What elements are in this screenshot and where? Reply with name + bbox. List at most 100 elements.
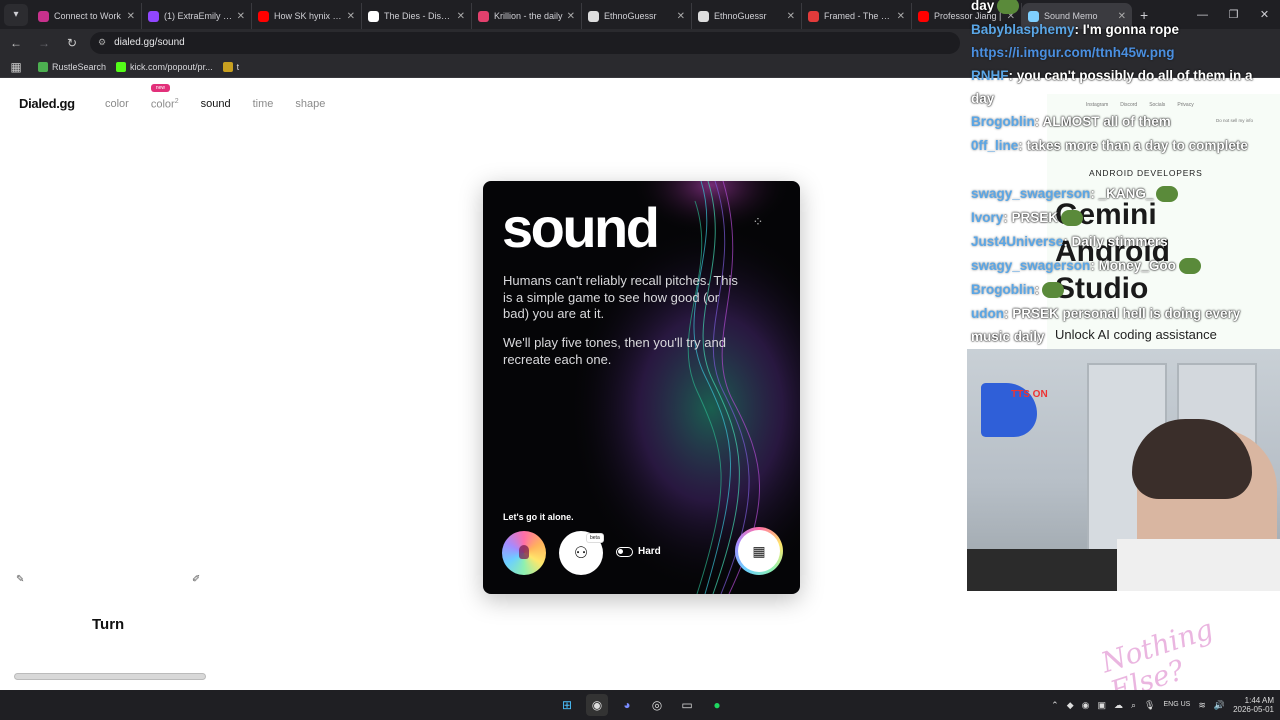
volume-icon[interactable]: 🔊 xyxy=(1214,700,1225,711)
tab-label: Framed - The dail xyxy=(824,11,893,21)
chrome-icon[interactable]: ◉ xyxy=(586,694,608,716)
browser-tab[interactable]: EthnoGuessr ✕ xyxy=(582,3,692,29)
site-info-icon[interactable]: ⚙ xyxy=(98,37,106,48)
tray-app-icon[interactable]: ◆ xyxy=(1067,700,1074,711)
url-input[interactable]: ⚙ dialed.gg/sound xyxy=(90,31,960,54)
spotify-icon[interactable]: ● xyxy=(706,694,728,716)
bookmark-list: RustleSearch kick.com/popout/pr... t xyxy=(28,61,239,72)
play-solo-button[interactable] xyxy=(502,531,546,575)
browser-tab[interactable]: Framed - The dail ✕ xyxy=(802,3,912,29)
search-icon[interactable]: ⌕ xyxy=(1131,700,1136,711)
tab-favicon-icon xyxy=(698,10,709,22)
tab-close-icon[interactable]: ✕ xyxy=(347,11,355,22)
language-indicator[interactable]: ENG US xyxy=(1163,701,1190,709)
tray-app-icon[interactable]: ▣ xyxy=(1097,700,1106,711)
start-icon[interactable]: ⊞ xyxy=(556,694,578,716)
bookmark-item[interactable]: kick.com/popout/pr... xyxy=(116,61,213,72)
chat-text: : takes more than a day to complete xyxy=(1018,138,1248,153)
tab-favicon-icon xyxy=(808,10,819,22)
tab-close-icon[interactable]: ✕ xyxy=(677,11,685,22)
reload-button[interactable]: ↻ xyxy=(60,31,84,55)
tab-favicon-icon xyxy=(368,10,379,22)
chat-username[interactable]: swagy_swagerson xyxy=(971,186,1090,201)
streamer-shirt xyxy=(1117,539,1280,591)
browser-tab[interactable]: Connect to Work ✕ xyxy=(32,3,142,29)
tab-favicon-icon xyxy=(258,10,269,22)
bookmark-item[interactable]: RustleSearch xyxy=(38,61,106,72)
nav-link-sound[interactable]: sound xyxy=(201,98,231,111)
tab-favicon-icon xyxy=(38,10,49,22)
chat-username[interactable]: Ivory xyxy=(971,210,1003,225)
browser-tab[interactable]: EthnoGuessr ✕ xyxy=(692,3,802,29)
pen-icon[interactable]: ✐ xyxy=(192,574,200,585)
chat-message: day xyxy=(971,0,1020,18)
chat-username[interactable]: udon xyxy=(971,306,1004,321)
stream-chat-overlay: day Babyblasphemy: I'm gonna rope https://… xyxy=(967,0,1280,345)
bookmark-item[interactable]: t xyxy=(222,61,239,72)
chat-username[interactable]: Babyblasphemy xyxy=(971,22,1075,37)
site-logo[interactable]: Dialed.gg xyxy=(19,96,75,111)
chat-username[interactable]: Brogoblin xyxy=(971,114,1035,129)
chat-text: : Money_Goo xyxy=(1090,258,1176,273)
hard-label: Hard xyxy=(638,546,661,557)
tab-close-icon[interactable]: ✕ xyxy=(787,11,795,22)
person-icon xyxy=(519,545,529,559)
discord-icon[interactable]: ◕ xyxy=(616,694,638,716)
chat-link[interactable]: https://i.imgur.com/ttnh45w.png xyxy=(971,45,1175,60)
daily-challenge-button[interactable]: ▦ xyxy=(735,527,783,575)
nav-link-time[interactable]: time xyxy=(253,98,274,111)
tray-app-icon[interactable]: ◉ xyxy=(1082,700,1090,711)
tab-favicon-icon xyxy=(918,10,929,22)
chat-username[interactable]: Just4Universe xyxy=(971,234,1063,249)
group-icon: ⚇ xyxy=(573,545,589,562)
browser-tab[interactable]: How SK hynix Wo ✕ xyxy=(252,3,362,29)
chat-text: : _KANG_ xyxy=(1090,186,1154,201)
browser-tab[interactable]: Krillion - the daily ✕ xyxy=(472,3,582,29)
chat-message: Ivory: PRSEK xyxy=(971,206,1084,230)
clock-time: 1:44 AM xyxy=(1244,696,1274,705)
horizontal-scrollbar[interactable] xyxy=(14,673,206,680)
chat-message: 0ff_line: takes more than a day to compl… xyxy=(971,134,1248,158)
obs-icon[interactable]: ◎ xyxy=(646,694,668,716)
tab-close-icon[interactable]: ✕ xyxy=(457,11,465,22)
sound-game-card: sound ⁘ Humans can't reliably recall pit… xyxy=(483,181,800,594)
tab-close-icon[interactable]: ✕ xyxy=(127,11,135,22)
game-description: Humans can't reliably recall pitches. Th… xyxy=(503,273,738,321)
windows-taskbar: ⊞ ◉ ◕ ◎ ▭ ● ⌃ ◆ ◉ ▣ ☁ ⌕ 🎙 ENG US ≋ 🔊 1:4… xyxy=(0,690,1280,720)
nav-link-color[interactable]: color2 new xyxy=(150,84,179,111)
chat-username[interactable]: Brogoblin xyxy=(971,282,1035,297)
chat-text: : Daily stimmers xyxy=(1063,234,1168,249)
browser-tab[interactable]: (1) ExtraEmily - Tw ✕ xyxy=(142,3,252,29)
chat-text: : PRSEK xyxy=(1003,210,1059,225)
browser-tab[interactable]: The Dies - Discov ✕ xyxy=(362,3,472,29)
tray-chevron-icon[interactable]: ⌃ xyxy=(1051,700,1059,711)
mic-icon[interactable]: 🎙 xyxy=(1144,700,1155,711)
nav-link-color[interactable]: color xyxy=(105,98,129,111)
back-button[interactable]: ← xyxy=(4,31,28,55)
tab-close-icon[interactable]: ✕ xyxy=(897,11,905,22)
tab-close-icon[interactable]: ✕ xyxy=(237,11,245,22)
loading-spinner-icon: ⁘ xyxy=(752,214,764,229)
tab-search-button[interactable]: ▾ xyxy=(4,3,28,26)
chat-message: Brogoblin: xyxy=(971,278,1065,302)
tab-close-icon[interactable]: ✕ xyxy=(567,11,575,22)
apps-grid-icon[interactable]: ▦ xyxy=(4,55,28,79)
chat-text: : ALMOST all of them xyxy=(1034,114,1171,129)
hard-mode-toggle[interactable]: Hard xyxy=(616,546,661,557)
chat-username[interactable]: RNHF xyxy=(971,68,1009,83)
tab-label: EthnoGuessr xyxy=(604,11,657,21)
tray-app-icon[interactable]: ☁ xyxy=(1114,700,1123,711)
site-header: Dialed.gg color color2 new sound time shape xyxy=(0,82,960,126)
clock[interactable]: 1:44 AM 2026-05-01 xyxy=(1233,696,1274,714)
chat-username[interactable]: swagy_swagerson xyxy=(971,258,1090,273)
chat-text: : xyxy=(1034,282,1040,297)
nav-link-shape[interactable]: shape xyxy=(295,98,325,111)
chat-text: day xyxy=(971,0,995,13)
translate-icon[interactable]: ✎ xyxy=(16,574,24,585)
game-instructions: We'll play five tones, then you'll try a… xyxy=(503,335,726,367)
wifi-icon[interactable]: ≋ xyxy=(1198,700,1206,711)
forward-button[interactable]: → xyxy=(32,31,56,55)
chat-username[interactable]: 0ff_line xyxy=(971,138,1018,153)
terminal-icon[interactable]: ▭ xyxy=(676,694,698,716)
nav-link-superscript: 2 xyxy=(174,98,179,105)
